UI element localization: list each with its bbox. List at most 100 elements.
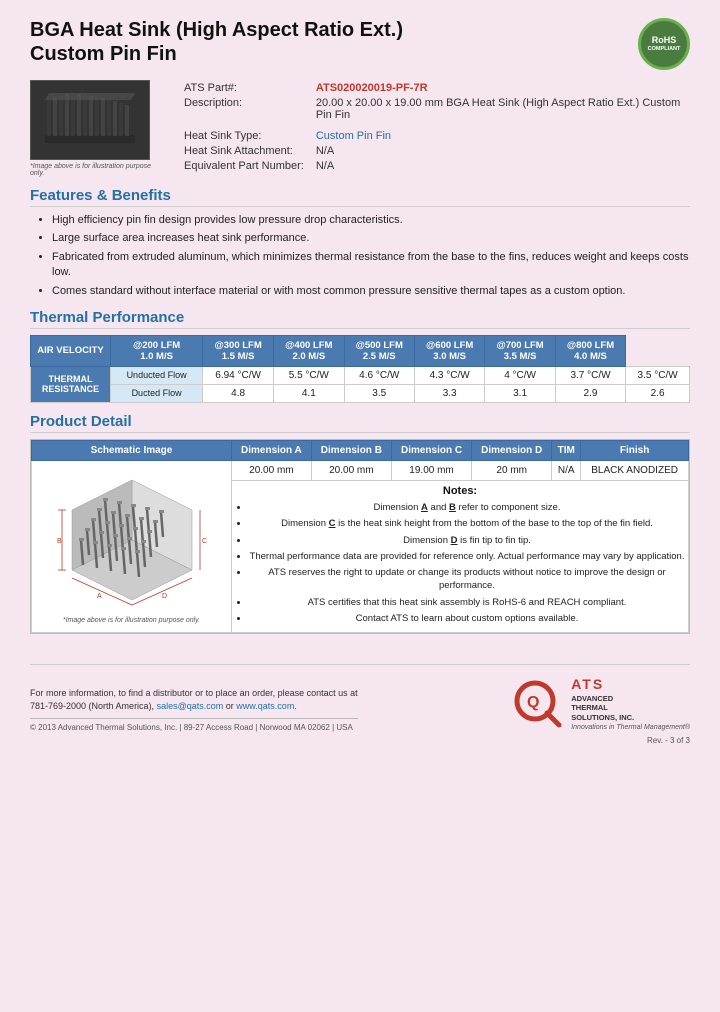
thermal-value-1-6: 2.6	[626, 384, 690, 402]
ats-name-line3: SOLUTIONS, INC.	[571, 713, 690, 723]
pd-value-4: N/A	[552, 460, 581, 480]
col-header-3: @500 LFM2.5 M/S	[344, 335, 414, 366]
note-item-3: Thermal performance data are provided fo…	[249, 550, 685, 563]
heatsink-illustration	[35, 85, 145, 155]
equivalent-part-value: N/A	[312, 158, 690, 173]
heat-sink-attachment-value: N/A	[312, 143, 690, 158]
thermal-value-1-4: 3.1	[485, 384, 555, 402]
features-title: Features & Benefits	[30, 187, 690, 207]
pd-header-3: Dimension C	[391, 440, 471, 460]
thermal-performance-title: Thermal Performance	[30, 309, 690, 329]
thermal-value-1-2: 3.5	[344, 384, 414, 402]
thermal-value-0-2: 4.6 °C/W	[344, 366, 414, 384]
heat-sink-attachment-row: Heat Sink Attachment: N/A	[180, 143, 690, 158]
heat-sink-attachment-label: Heat Sink Attachment:	[180, 143, 312, 158]
pd-header-0: Schematic Image	[32, 440, 232, 460]
footer-contact-text: For more information, to find a distribu…	[30, 687, 358, 714]
part-number-row: ATS Part#: ATS020020019-PF-7R	[180, 80, 690, 95]
schematic-svg: B A D C	[52, 470, 212, 610]
pd-value-5: BLACK ANODIZED	[581, 460, 689, 480]
title-block: BGA Heat Sink (High Aspect Ratio Ext.) C…	[30, 18, 403, 66]
ats-main-text: ATS	[571, 675, 690, 693]
product-image-box: *Image above is for illustration purpose…	[30, 80, 160, 177]
pd-value-2: 19.00 mm	[391, 460, 471, 480]
note-item-0: Dimension A and B refer to component siz…	[249, 501, 685, 514]
pd-value-0: 20.00 mm	[232, 460, 312, 480]
part-info-table: ATS Part#: ATS020020019-PF-7R Descriptio…	[180, 80, 690, 173]
ats-name-line2: THERMAL	[571, 703, 690, 713]
detail-table-wrapper: Schematic ImageDimension ADimension BDim…	[30, 439, 690, 634]
description-row: Description: 20.00 x 20.00 x 19.00 mm BG…	[180, 95, 690, 122]
product-detail-title: Product Detail	[30, 413, 690, 433]
svg-text:Q: Q	[527, 694, 539, 711]
schematic-cell: B A D C *Image above is for illustration…	[32, 460, 232, 632]
flow-label-1: Ducted Flow	[111, 384, 203, 402]
features-section: Features & Benefits High efficiency pin …	[30, 187, 690, 299]
thermal-value-0-5: 3.7 °C/W	[555, 366, 625, 384]
thermal-value-0-6: 3.5 °C/W	[626, 366, 690, 384]
feature-item: Fabricated from extruded aluminum, which…	[52, 250, 690, 281]
ats-part-label: ATS Part#:	[180, 80, 312, 95]
ats-logo: Q ATS ADVANCED THERMAL SOLUTIONS, INC. I…	[513, 675, 690, 732]
pd-value-1: 20.00 mm	[311, 460, 391, 480]
ats-text-block: ATS ADVANCED THERMAL SOLUTIONS, INC. Inn…	[571, 675, 690, 732]
thermal-value-1-5: 2.9	[555, 384, 625, 402]
col-header-5: @700 LFM3.5 M/S	[485, 335, 555, 366]
pd-value-3: 20 mm	[472, 460, 552, 480]
rohs-text: RoHS	[652, 36, 677, 46]
pd-header-1: Dimension A	[232, 440, 312, 460]
rohs-compliant-text: COMPLIANT	[648, 46, 681, 52]
footer-section: For more information, to find a distribu…	[30, 664, 690, 732]
thermal-value-0-0: 6.94 °C/W	[203, 366, 274, 384]
ats-q-icon: Q	[513, 679, 563, 729]
ats-name-line1: ADVANCED	[571, 694, 690, 704]
description-value: 20.00 x 20.00 x 19.00 mm BGA Heat Sink (…	[312, 95, 690, 122]
thermal-value-0-1: 5.5 °C/W	[274, 366, 344, 384]
features-list: High efficiency pin fin design provides …	[30, 213, 690, 299]
description-label: Description:	[180, 95, 312, 122]
svg-text:A: A	[97, 593, 102, 600]
pd-header-6: Finish	[581, 440, 689, 460]
heat-sink-type-value: Custom Pin Fin	[312, 128, 690, 143]
feature-item: Large surface area increases heat sink p…	[52, 231, 690, 246]
ats-part-value: ATS020020019-PF-7R	[312, 80, 690, 95]
thermal-value-1-1: 4.1	[274, 384, 344, 402]
thermal-table: AIR VELOCITY@200 LFM1.0 M/S@300 LFM1.5 M…	[30, 335, 690, 403]
thermal-resistance-header: THERMAL RESISTANCE	[31, 366, 111, 402]
header-section: BGA Heat Sink (High Aspect Ratio Ext.) C…	[30, 18, 690, 70]
svg-text:C: C	[202, 538, 207, 545]
notes-cell: Notes: Dimension A and B refer to compon…	[232, 480, 689, 632]
rohs-badge: RoHS COMPLIANT	[638, 18, 690, 70]
product-detail-table: Schematic ImageDimension ADimension BDim…	[31, 440, 689, 633]
thermal-value-0-3: 4.3 °C/W	[414, 366, 484, 384]
product-detail-section: Product Detail Schematic ImageDimension …	[30, 413, 690, 634]
note-item-5: ATS certifies that this heat sink assemb…	[249, 596, 685, 609]
air-velocity-header: AIR VELOCITY	[31, 335, 111, 366]
col-header-6: @800 LFM4.0 M/S	[555, 335, 625, 366]
page-title: BGA Heat Sink (High Aspect Ratio Ext.) C…	[30, 18, 403, 66]
col-header-1: @300 LFM1.5 M/S	[203, 335, 274, 366]
schematic-caption: *Image above is for illustration purpose…	[35, 617, 228, 624]
svg-text:D: D	[162, 593, 167, 600]
col-header-4: @600 LFM3.0 M/S	[414, 335, 484, 366]
note-item-1: Dimension C is the heat sink height from…	[249, 517, 685, 530]
thermal-value-1-0: 4.8	[203, 384, 274, 402]
product-info-section: *Image above is for illustration purpose…	[30, 80, 690, 177]
thermal-table-wrapper: AIR VELOCITY@200 LFM1.0 M/S@300 LFM1.5 M…	[30, 335, 690, 403]
image-caption: *Image above is for illustration purpose…	[30, 163, 160, 177]
heat-sink-type-row: Heat Sink Type: Custom Pin Fin	[180, 128, 690, 143]
pd-header-4: Dimension D	[472, 440, 552, 460]
equivalent-part-label: Equivalent Part Number:	[180, 158, 312, 173]
notes-list: Dimension A and B refer to component siz…	[235, 501, 685, 625]
note-item-6: Contact ATS to learn about custom option…	[249, 612, 685, 625]
feature-item: High efficiency pin fin design provides …	[52, 213, 690, 228]
footer-copyright: © 2013 Advanced Thermal Solutions, Inc. …	[30, 718, 358, 732]
footer-left: For more information, to find a distribu…	[30, 687, 358, 732]
pd-header-2: Dimension B	[311, 440, 391, 460]
thermal-performance-section: Thermal Performance AIR VELOCITY@200 LFM…	[30, 309, 690, 403]
col-header-0: @200 LFM1.0 M/S	[111, 335, 203, 366]
col-header-2: @400 LFM2.0 M/S	[274, 335, 344, 366]
page-num: Rev. - 3 of 3	[30, 736, 690, 745]
svg-text:B: B	[57, 538, 62, 545]
heat-sink-type-label: Heat Sink Type:	[180, 128, 312, 143]
